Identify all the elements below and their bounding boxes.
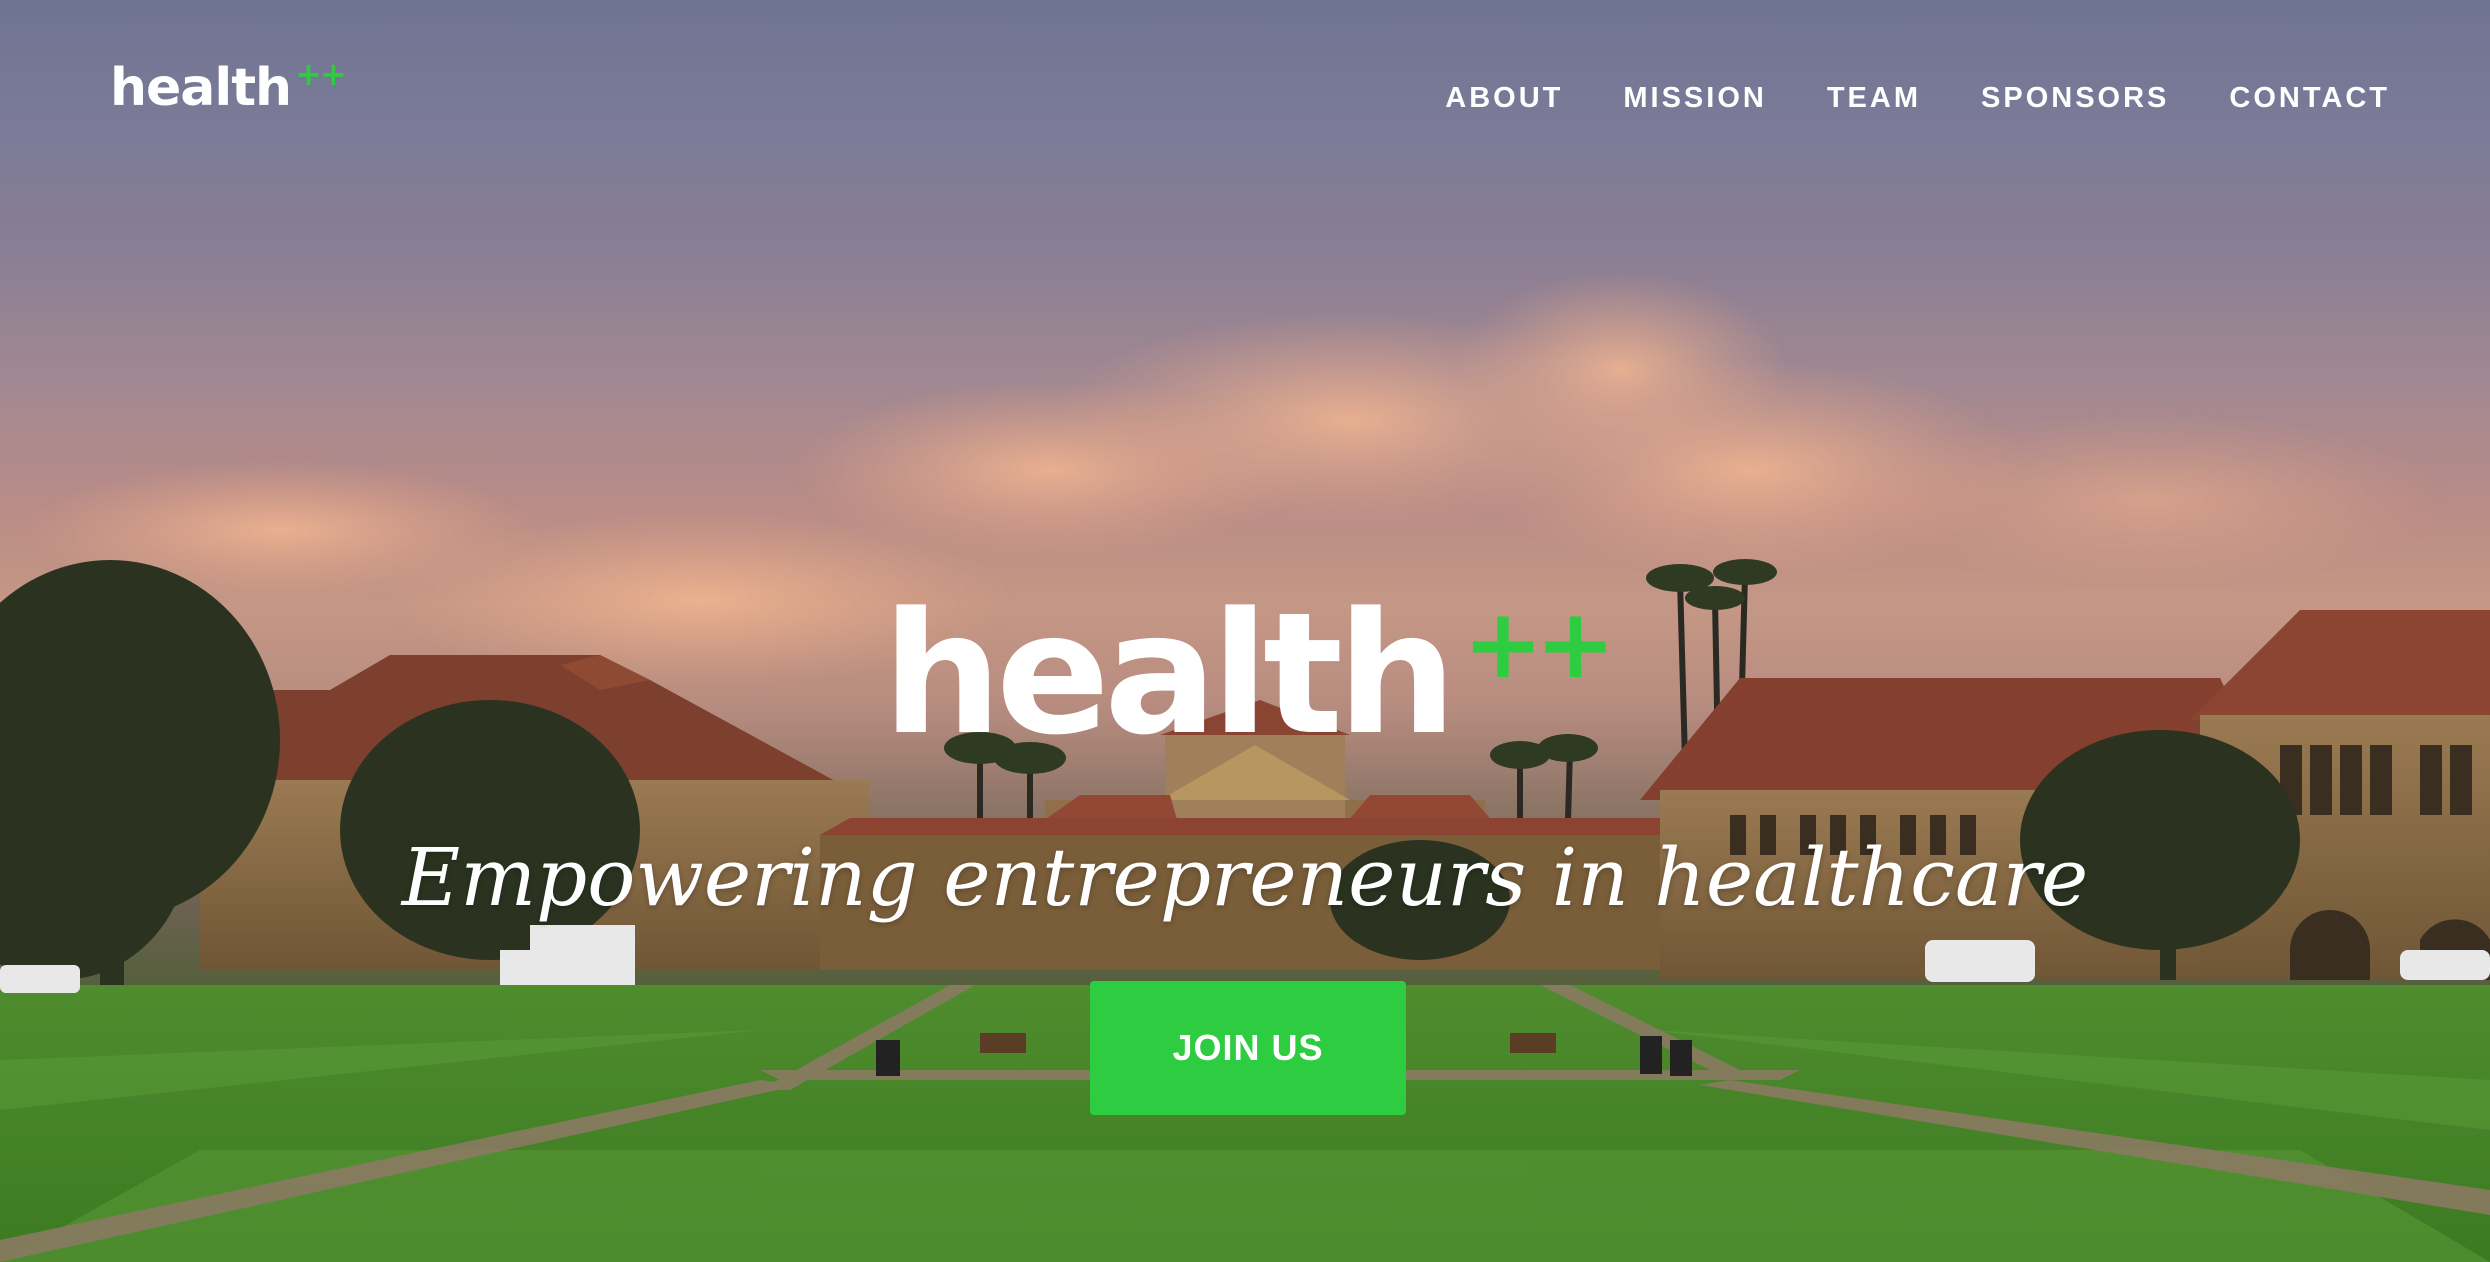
nav-link-team[interactable]: TEAM [1827,82,1921,115]
nav-link-about[interactable]: ABOUT [1445,82,1563,115]
nav-logo[interactable]: health ++ [110,58,347,114]
hero-title: health ++ [0,590,2490,758]
nav-logo-text: health [110,58,292,118]
hero-tagline: Empowering entrepreneurs in healthcare [401,831,2089,924]
join-us-button[interactable]: JOIN US [1090,981,1406,1115]
nav-link-sponsors[interactable]: SPONSORS [1981,82,2169,115]
main-nav: ABOUT MISSION TEAM SPONSORS CONTACT [1445,82,2390,115]
nav-link-contact[interactable]: CONTACT [2229,82,2390,115]
nav-link-mission[interactable]: MISSION [1623,82,1766,115]
hero-title-text: health [882,576,1456,772]
nav-logo-plus-icon: ++ [295,55,347,93]
hero-section: health ++ ABOUT MISSION TEAM SPONSORS CON… [0,0,2490,1262]
hero-title-plus-icon: ++ [1462,588,1616,700]
